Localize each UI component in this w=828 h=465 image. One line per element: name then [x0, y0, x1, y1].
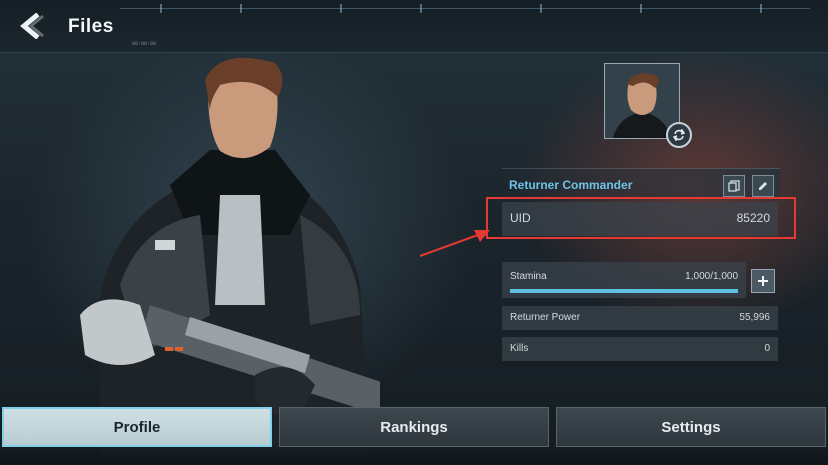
- top-bar-decoration: [120, 4, 810, 21]
- stamina-value: 1,000/1,000: [685, 271, 738, 282]
- returner-power-value: 55,996: [739, 312, 770, 323]
- uid-highlight-box: [486, 197, 796, 239]
- bottom-strip: [0, 447, 828, 465]
- pencil-icon: [759, 182, 767, 190]
- kills-row: Kills 0: [502, 337, 778, 361]
- chevron-left-icon: [20, 13, 44, 39]
- kills-label: Kills: [510, 343, 529, 354]
- add-stamina-button[interactable]: [751, 269, 775, 293]
- swap-avatar-button[interactable]: [666, 122, 692, 148]
- returner-power-label: Returner Power: [510, 312, 581, 323]
- edit-name-button[interactable]: [752, 175, 774, 197]
- version-label: 00.00.000: [10, 438, 38, 444]
- top-bar: [0, 0, 828, 53]
- returner-power-row: Returner Power 55,996: [502, 306, 778, 330]
- swap-icon: [673, 129, 685, 141]
- commander-name: Returner Commander: [509, 178, 633, 192]
- page-title: Files: [68, 16, 114, 37]
- tab-settings[interactable]: Settings: [556, 407, 826, 447]
- stamina-bar-fill: [510, 289, 738, 293]
- back-button[interactable]: [14, 12, 48, 40]
- stamina-bar: [510, 289, 738, 293]
- stamina-row: Stamina 1,000/1,000: [502, 262, 746, 298]
- tab-rankings[interactable]: Rankings: [279, 407, 549, 447]
- plus-icon: [758, 276, 768, 286]
- arrow-annotation-icon: [419, 230, 490, 257]
- copy-button[interactable]: [723, 175, 745, 197]
- kills-value: 0: [764, 343, 770, 354]
- commander-character-illustration: [80, 57, 380, 455]
- copy-icon: [728, 180, 740, 192]
- tab-profile[interactable]: Profile: [2, 407, 272, 447]
- clock-readout: 00:00:00: [132, 41, 157, 47]
- stamina-label: Stamina: [510, 271, 547, 282]
- bottom-tab-bar: Profile Rankings Settings: [0, 407, 828, 447]
